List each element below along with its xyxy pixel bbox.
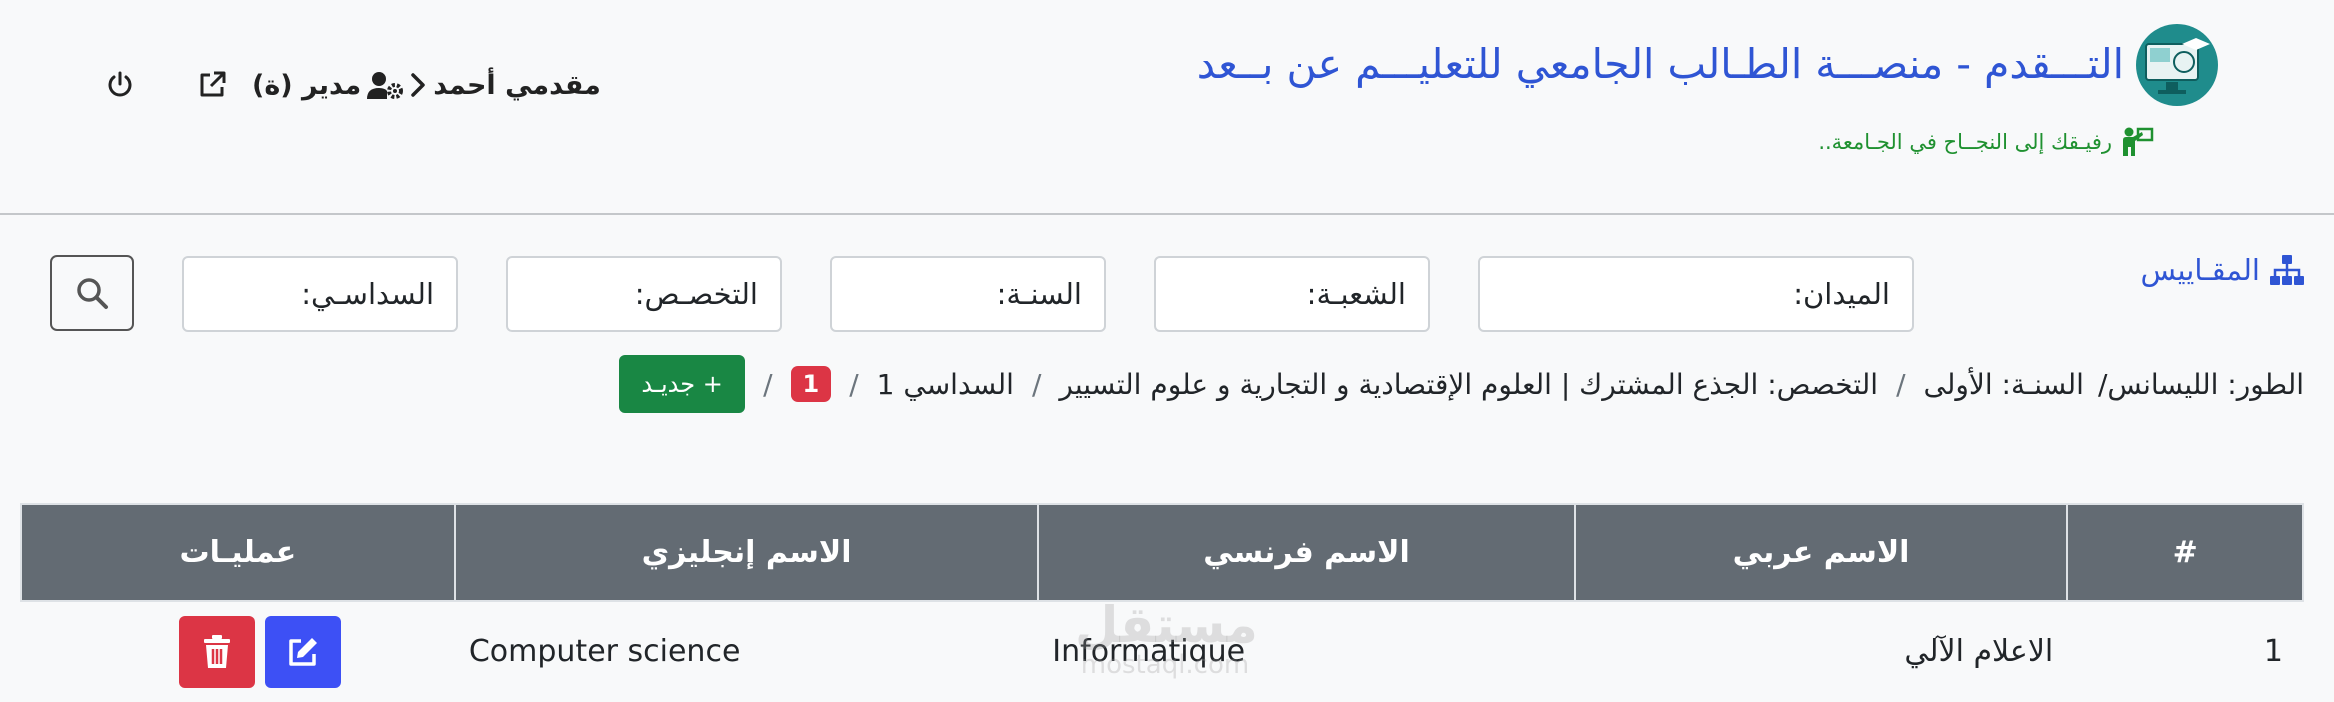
sitemap-icon bbox=[2270, 255, 2304, 285]
open-site-button[interactable] bbox=[192, 65, 232, 105]
count-badge: 1 bbox=[790, 366, 832, 402]
chevron-right-icon bbox=[411, 73, 426, 97]
year-filter[interactable]: السنـة: bbox=[830, 256, 1106, 332]
breadcrumb: الطور: الليسانس/ السنـة: الأولى / التخصص… bbox=[619, 355, 2304, 413]
site-title: التـــقدم - منصـــة الطـالب الجامعي للتع… bbox=[1196, 40, 2124, 88]
edit-button[interactable] bbox=[264, 615, 341, 688]
breadcrumb-separator: / bbox=[849, 367, 859, 401]
user-role: مدير (ة) bbox=[252, 69, 362, 101]
breadcrumb-specialty: التخصص: الجذع المشترك | العلوم الإقتصادي… bbox=[1059, 367, 1879, 401]
year-filter-label: السنـة: bbox=[996, 277, 1082, 311]
breadcrumb-level: الطور: الليسانس/ bbox=[2097, 367, 2304, 401]
cell-french-name: Informatique bbox=[1052, 634, 1246, 669]
column-header-operations: عمليـات bbox=[20, 503, 456, 602]
semester-filter-label: السداسـي: bbox=[301, 277, 434, 311]
logo-icon bbox=[2136, 24, 2218, 106]
branch-filter-label: الشعبـة: bbox=[1306, 277, 1406, 311]
measures-label: المقـاييس bbox=[2140, 253, 2260, 287]
specialty-filter-label: التخصـص: bbox=[634, 277, 758, 311]
site-subtitle: رفيـقك إلى النجــاح في الجـامعة.. bbox=[1818, 126, 2154, 158]
new-button[interactable]: + جديـد bbox=[619, 355, 746, 413]
breadcrumb-separator: / bbox=[1896, 367, 1906, 401]
row-actions bbox=[35, 615, 441, 688]
table-row: 1 الاعلام الآلي Informatique Computer sc… bbox=[21, 601, 2303, 701]
user-menu[interactable]: مدير (ة) مقدمي أحمد bbox=[252, 70, 601, 101]
data-table: # الاسم عربي الاسم فرنسي الاسم إنجليزي ع… bbox=[20, 503, 2304, 701]
branch-filter[interactable]: الشعبـة: bbox=[1154, 256, 1430, 332]
column-header-french-name: الاسم فرنسي bbox=[1037, 503, 1576, 602]
breadcrumb-year: السنـة: الأولى bbox=[1923, 367, 2084, 401]
delete-button[interactable] bbox=[178, 615, 255, 688]
breadcrumb-semester: السداسي 1 bbox=[876, 367, 1014, 401]
field-filter[interactable]: الميدان: bbox=[1478, 256, 1914, 332]
external-link-icon bbox=[200, 71, 226, 97]
semester-filter[interactable]: السداسـي: bbox=[182, 256, 458, 332]
column-header-arabic-name: الاسم عربي bbox=[1573, 503, 2069, 602]
search-button[interactable] bbox=[50, 255, 134, 331]
user-name: مقدمي أحمد bbox=[433, 69, 601, 101]
cell-number: 1 bbox=[2263, 634, 2283, 669]
column-header-number: # bbox=[2066, 503, 2304, 602]
cell-operations bbox=[21, 601, 455, 701]
trash-icon bbox=[203, 634, 230, 668]
user-area: مدير (ة) مقدمي أحمد bbox=[100, 60, 601, 110]
page: التـــقدم - منصـــة الطـالب الجامعي للتع… bbox=[0, 0, 2334, 702]
breadcrumb-separator: / bbox=[1031, 367, 1042, 401]
specialty-filter[interactable]: التخصـص: bbox=[506, 256, 782, 332]
search-icon bbox=[77, 278, 108, 309]
cell-english-name: Computer science bbox=[468, 634, 741, 669]
breadcrumb-separator: / bbox=[763, 367, 773, 401]
measures-link[interactable]: المقـاييس bbox=[2141, 253, 2304, 287]
edit-icon bbox=[289, 637, 317, 666]
logout-button[interactable] bbox=[100, 65, 140, 105]
site-subtitle-text: رفيـقك إلى النجــاح في الجـامعة.. bbox=[1818, 130, 2112, 154]
top-header: التـــقدم - منصـــة الطـالب الجامعي للتع… bbox=[0, 0, 2334, 215]
field-filter-label: الميدان: bbox=[1793, 277, 1890, 311]
table-header-row: # الاسم عربي الاسم فرنسي الاسم إنجليزي ع… bbox=[20, 503, 2304, 602]
cell-arabic-name: الاعلام الآلي bbox=[1904, 634, 2054, 669]
column-header-english-name: الاسم إنجليزي bbox=[453, 503, 1040, 602]
presenter-icon bbox=[2120, 126, 2154, 158]
power-icon bbox=[108, 71, 132, 97]
user-cog-icon bbox=[367, 72, 404, 99]
